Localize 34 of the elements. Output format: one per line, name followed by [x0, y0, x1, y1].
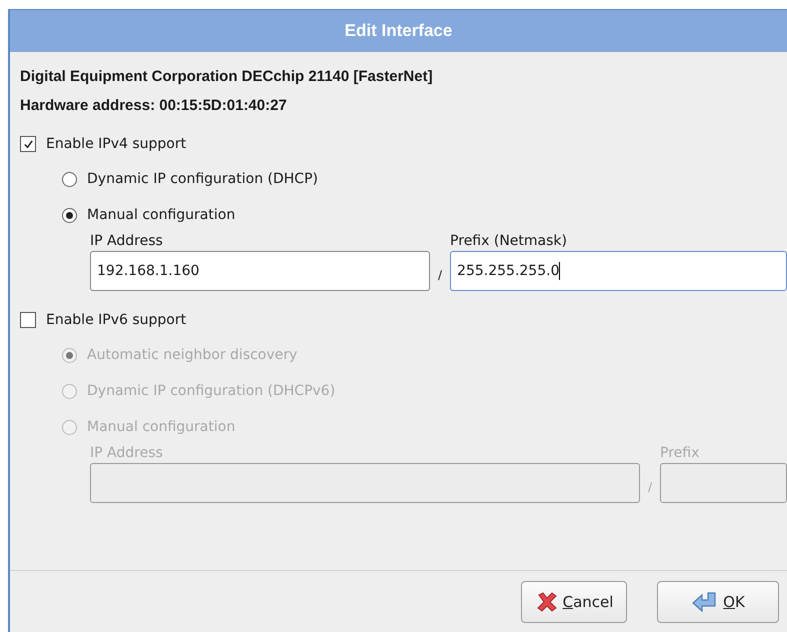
radio-button[interactable]: [62, 208, 77, 222]
radio-label: Manual configuration: [87, 419, 236, 435]
window-title: Edit Interface: [344, 21, 452, 41]
radio-label: Manual configuration: [87, 207, 236, 223]
radio-button[interactable]: [62, 384, 77, 398]
checkbox-box[interactable]: [20, 136, 36, 152]
checkbox[interactable]: Enable IPv6 support: [20, 307, 186, 333]
radio-label: Dynamic IP configuration (DHCPv6): [87, 383, 336, 399]
field-label: Prefix: [660, 445, 700, 461]
radio-button[interactable]: [62, 348, 77, 362]
radio-option[interactable]: Manual configuration: [62, 197, 236, 233]
checkbox-label: Enable IPv6 support: [46, 312, 186, 328]
input-field[interactable]: [90, 463, 640, 503]
separator-slash: /: [437, 267, 444, 282]
hardware-address: Hardware address: 00:15:5D:01:40:27: [20, 97, 288, 114]
field-label: IP Address: [90, 233, 164, 249]
radio-option[interactable]: Dynamic IP configuration (DHCP): [62, 161, 318, 197]
cancel-button[interactable]: Cancel: [521, 581, 627, 623]
input-field[interactable]: [660, 463, 787, 503]
checkbox-box[interactable]: [20, 312, 36, 328]
input-field[interactable]: 255.255.255.0: [450, 251, 787, 291]
ok-button[interactable]: OK: [657, 581, 779, 623]
radio-button[interactable]: [62, 172, 77, 186]
input-field[interactable]: 192.168.1.160: [90, 251, 430, 291]
separator-slash: /: [646, 479, 653, 494]
close-icon: [534, 590, 559, 614]
field-label: IP Address: [90, 445, 164, 461]
field-label: Prefix (Netmask): [450, 233, 568, 249]
radio-button[interactable]: [62, 420, 77, 434]
radio-label: Dynamic IP configuration (DHCP): [87, 171, 318, 187]
checkbox[interactable]: Enable IPv4 support: [20, 131, 186, 157]
device-name: Digital Equipment Corporation DECchip 21140 [FasterNet]: [20, 68, 434, 85]
checkbox-label: Enable IPv4 support: [46, 136, 186, 152]
radio-label: Automatic neighbor discovery: [87, 347, 298, 363]
